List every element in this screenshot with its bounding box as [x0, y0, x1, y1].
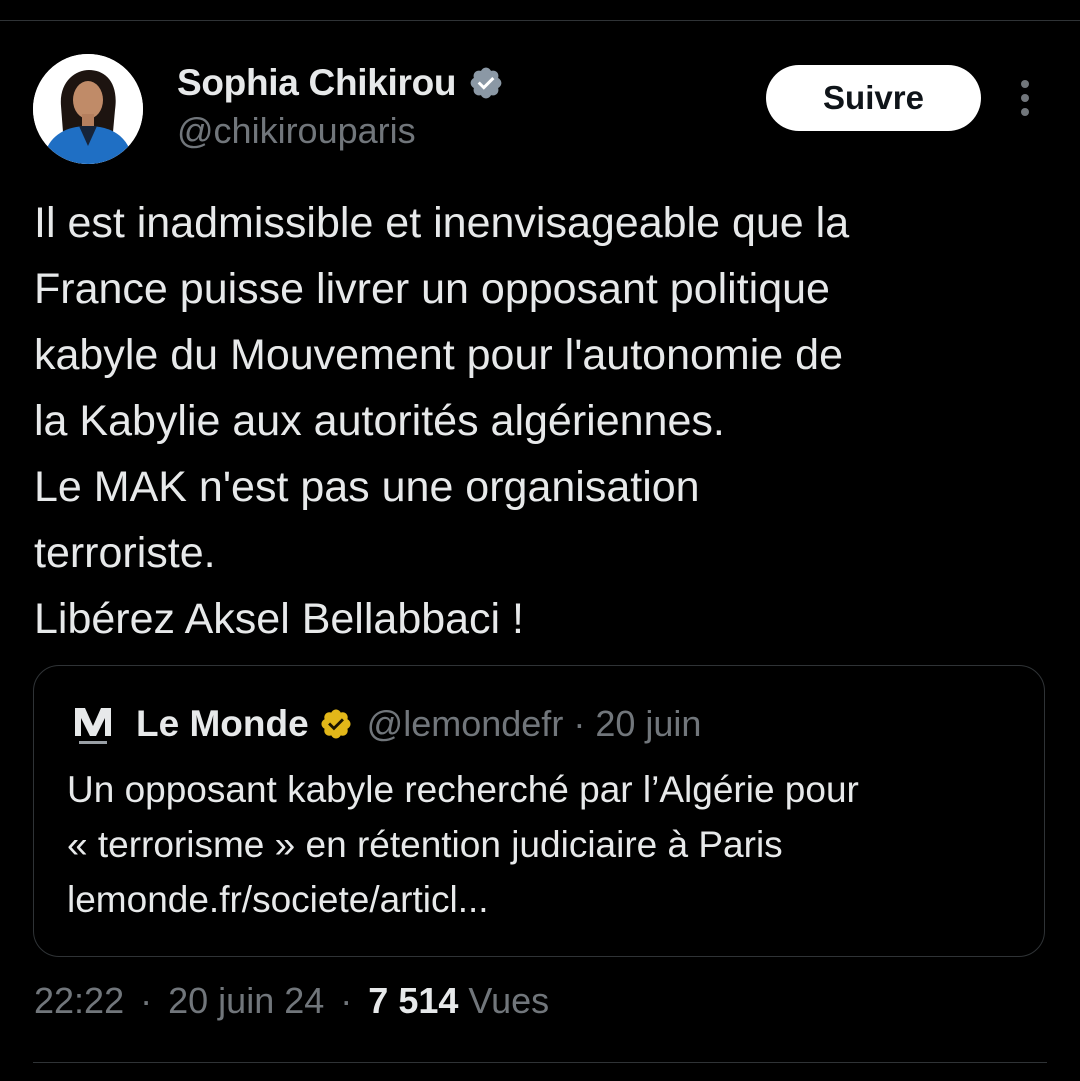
verified-badge-icon[interactable]: [468, 65, 504, 101]
author-handle[interactable]: @chikirouparis: [177, 110, 504, 152]
meta-separator: ·: [140, 980, 153, 1021]
tweet-text-line: terroriste.: [34, 529, 216, 577]
tweet-text-line: kabyle du Mouvement pour l'autonomie de: [34, 331, 843, 379]
le-monde-logo-icon[interactable]: [67, 698, 119, 750]
tweet-text: Il est inadmissible et inenvisageable qu…: [34, 190, 1044, 652]
author-info: Sophia Chikirou @chikirouparis: [177, 58, 504, 152]
quoted-meta-separator: ·: [573, 703, 586, 744]
quoted-tweet-header: Le Monde @lemondefr · 20 juin: [67, 696, 701, 752]
tweet-text-line: Le MAK n'est pas une organisation: [34, 463, 700, 511]
meta-separator: ·: [340, 980, 353, 1021]
quoted-author-handle[interactable]: @lemondefr: [367, 703, 564, 745]
tweet-text-line: France puisse livrer un opposant politiq…: [34, 265, 830, 313]
follow-button[interactable]: Suivre: [766, 65, 981, 131]
views-label: Vues: [468, 980, 550, 1021]
tweet-text-line: Il est inadmissible et inenvisageable qu…: [34, 199, 850, 247]
views-count: 7 514: [368, 980, 459, 1021]
author-name-row: Sophia Chikirou: [177, 58, 504, 108]
quoted-text-line: « terrorisme » en rétention judiciaire à…: [67, 824, 783, 865]
more-options-icon[interactable]: [1012, 78, 1038, 118]
quoted-author-name[interactable]: Le Monde: [136, 703, 309, 745]
verified-gold-badge-icon[interactable]: [319, 707, 353, 741]
tweet-date[interactable]: 20 juin 24: [168, 980, 324, 1021]
top-divider: [0, 20, 1080, 21]
bottom-divider: [33, 1062, 1047, 1063]
tweet-text-line: la Kabylie aux autorités algériennes.: [34, 397, 725, 445]
avatar-portrait-icon: [33, 54, 143, 164]
author-avatar[interactable]: [33, 54, 143, 164]
quoted-link[interactable]: lemonde.fr/societe/articl...: [67, 872, 1027, 927]
tweet-meta: 22:22 · 20 juin 24 · 7 514 Vues: [34, 980, 549, 1022]
tweet-text-line: Libérez Aksel Bellabbaci !: [34, 595, 525, 643]
quoted-tweet-date[interactable]: 20 juin: [595, 703, 701, 745]
quoted-tweet-card[interactable]: Le Monde @lemondefr · 20 juin Un opposan…: [33, 665, 1045, 957]
quoted-text-line: Un opposant kabyle recherché par l’Algér…: [67, 769, 859, 810]
author-display-name[interactable]: Sophia Chikirou: [177, 62, 456, 104]
quoted-tweet-text: Un opposant kabyle recherché par l’Algér…: [67, 762, 1027, 927]
tweet-time[interactable]: 22:22: [34, 980, 124, 1021]
